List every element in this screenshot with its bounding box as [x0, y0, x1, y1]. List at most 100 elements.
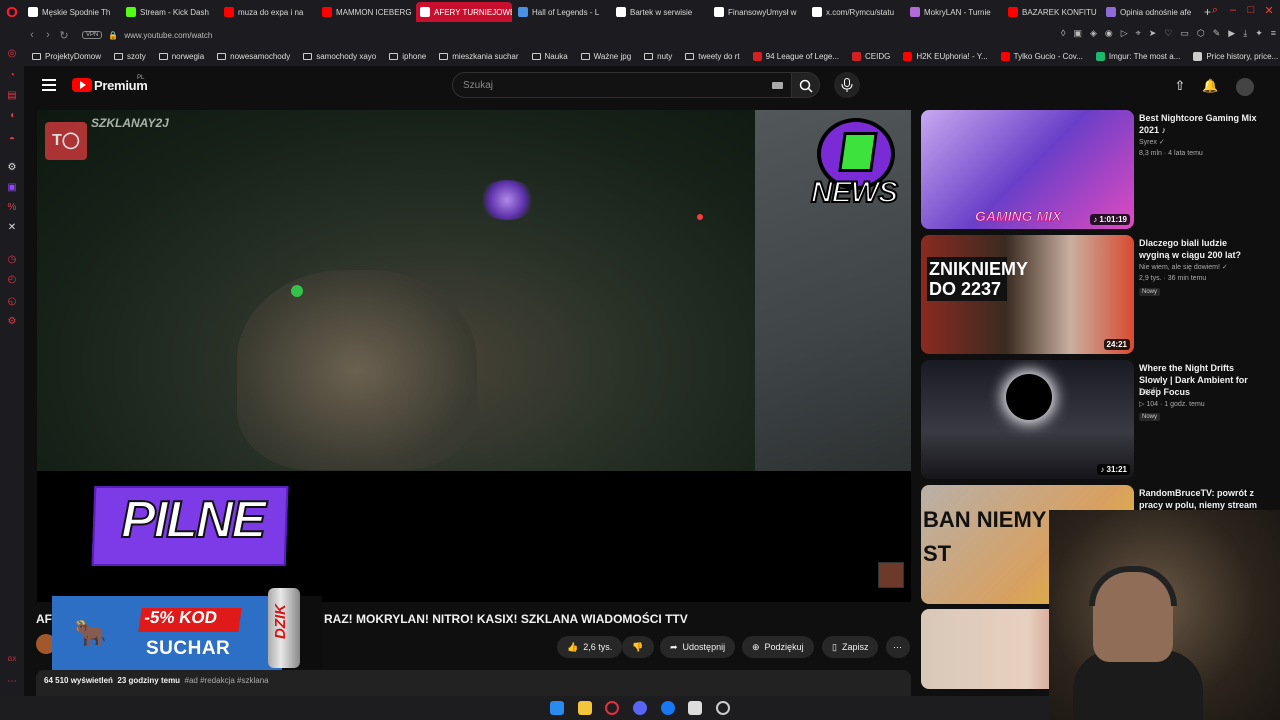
- tab-5[interactable]: Hall of Legends - L: [514, 2, 610, 22]
- tab-11[interactable]: Opinia odnośnie afe: [1102, 2, 1198, 22]
- music-icon[interactable]: ◷: [6, 254, 18, 266]
- camera-icon[interactable]: ▣: [1073, 28, 1082, 39]
- heart-icon[interactable]: ♡: [1164, 28, 1172, 39]
- voice-search-button[interactable]: [834, 72, 860, 98]
- bookmark-item[interactable]: Nauka: [531, 52, 568, 61]
- messenger-icon[interactable]: ◖: [6, 110, 18, 122]
- share-button[interactable]: ➦ Udostępnij: [660, 636, 736, 658]
- rec-title[interactable]: Best Nightcore Gaming Mix 2021 ♪️: [1139, 112, 1259, 136]
- bookmark-item[interactable]: Price history, price...: [1193, 51, 1278, 61]
- channel-watermark[interactable]: [878, 562, 904, 588]
- aria-icon[interactable]: ◎: [6, 48, 18, 60]
- bookmark-item[interactable]: Tylko Gucio - Cov...: [1000, 51, 1083, 61]
- reload-icon[interactable]: ↻: [56, 29, 72, 42]
- windows-icon[interactable]: [550, 701, 564, 715]
- youtube-logo-icon[interactable]: [72, 78, 92, 92]
- shield-icon[interactable]: ◈: [1090, 28, 1097, 39]
- thanks-button[interactable]: ⊕ Podziękuj: [742, 636, 814, 658]
- more-icon[interactable]: GX: [6, 654, 18, 666]
- notifications-icon[interactable]: 🔔: [1202, 78, 1218, 94]
- rec-channel[interactable]: Syrex ✓: [1139, 138, 1165, 146]
- recommendation-item[interactable]: GAMING MIX ♪ 1:01:19 Best Nightcore Gami…: [921, 110, 1271, 230]
- rec-channel[interactable]: Nie wiem, ale się dowiem! ✓: [1139, 263, 1228, 271]
- opera-icon[interactable]: [605, 701, 619, 715]
- bookmark-item[interactable]: Ważne jpg: [580, 52, 631, 61]
- dislike-button[interactable]: 👎: [622, 636, 654, 658]
- upload-icon[interactable]: ⇧: [1172, 78, 1188, 94]
- menu-icon[interactable]: ≡: [1271, 28, 1276, 39]
- hashtags[interactable]: #ad #redakcja #szklana: [185, 676, 269, 685]
- search-tabs-icon[interactable]: ⌕: [1208, 4, 1222, 18]
- video-icon[interactable]: ▶: [1228, 28, 1235, 39]
- bookmark-item[interactable]: CEIDG: [852, 51, 890, 61]
- play-icon[interactable]: ▷: [1121, 28, 1128, 39]
- recommendation-item[interactable]: ZNIKNIEMY DO 2237 24:21 Dlaczego biali l…: [921, 235, 1271, 355]
- wallet-icon[interactable]: ▭: [1180, 28, 1189, 39]
- chatgpt-icon[interactable]: ⚙: [6, 162, 18, 174]
- search-button[interactable]: [792, 72, 820, 98]
- pen-icon[interactable]: ✎: [1213, 28, 1221, 39]
- bookmark-item[interactable]: 94 League of Lege...: [752, 51, 839, 61]
- bookmark-item[interactable]: ProjektyDomow: [32, 52, 101, 61]
- bookmark-item[interactable]: iphone: [389, 52, 426, 61]
- pinterest-icon[interactable]: %: [6, 202, 18, 214]
- vpn-badge[interactable]: VPN: [82, 31, 103, 39]
- tab-8[interactable]: x.com/Rymcu/statu: [808, 2, 904, 22]
- save-button[interactable]: ▯ Zapisz: [822, 636, 879, 658]
- rec-title[interactable]: Dlaczego biali ludzie wyginą w ciągu 200…: [1139, 237, 1259, 261]
- bookmark-item[interactable]: samochody xayo: [303, 52, 376, 61]
- tab-9[interactable]: MokryLAN - Turnie: [906, 2, 1002, 22]
- opera-logo-icon[interactable]: O: [0, 0, 24, 24]
- more-actions-button[interactable]: ⋯: [886, 636, 910, 658]
- tab-6[interactable]: Bartek w serwisie: [612, 2, 708, 22]
- snapshot-icon[interactable]: ◉: [1105, 28, 1113, 39]
- tab-7[interactable]: FinansowyUmysł w: [710, 2, 806, 22]
- ellipsis-icon[interactable]: ⋯: [6, 676, 18, 688]
- app-icon[interactable]: [688, 701, 702, 715]
- tab-2[interactable]: muza do expa i na: [220, 2, 316, 22]
- close-window-icon[interactable]: ✕: [1262, 4, 1276, 18]
- bookmark-item[interactable]: H2K EUphoria! - Y...: [903, 51, 988, 61]
- history-icon[interactable]: ◔: [6, 70, 18, 82]
- bookmark-item[interactable]: Imgur: The most a...: [1095, 51, 1180, 61]
- rec-thumbnail[interactable]: ♪ 31:21: [921, 360, 1134, 479]
- maximize-icon[interactable]: □: [1244, 4, 1258, 18]
- send-icon[interactable]: ➤: [1149, 28, 1157, 39]
- settings-icon[interactable]: [716, 701, 730, 715]
- tab-0[interactable]: Męskie Spodnie Th: [24, 2, 120, 22]
- recommendation-item[interactable]: ♪ 31:21 Where the Night Drifts Slowly | …: [921, 360, 1271, 480]
- rec-thumbnail[interactable]: ZNIKNIEMY DO 2237 24:21: [921, 235, 1134, 354]
- twitch-icon[interactable]: ▣: [6, 182, 18, 194]
- telegram-icon[interactable]: ◓: [6, 134, 18, 146]
- tab-10[interactable]: BAZAREK KONFITU: [1004, 2, 1100, 22]
- description-box[interactable]: 64 510 wyświetleń 23 godziny temu #ad #r…: [36, 670, 911, 696]
- ai-icon[interactable]: ✦: [1255, 28, 1263, 39]
- bookmark-item[interactable]: norwegia: [158, 52, 204, 61]
- forward-icon[interactable]: ›: [40, 29, 56, 41]
- tab-4[interactable]: AFERY TURNIEJOWE! MA: [416, 2, 512, 22]
- back-icon[interactable]: ‹: [24, 29, 40, 41]
- rec-thumbnail[interactable]: GAMING MIX ♪ 1:01:19: [921, 110, 1134, 229]
- bookmark-icon[interactable]: ◊: [1061, 28, 1065, 39]
- rec-channel[interactable]: logofil: [1139, 388, 1157, 395]
- bookmark-item[interactable]: nuty: [644, 52, 672, 61]
- minimize-icon[interactable]: –: [1226, 4, 1240, 18]
- facebook-icon[interactable]: [661, 701, 675, 715]
- explorer-icon[interactable]: [578, 701, 592, 715]
- download-icon[interactable]: ⤓: [1243, 28, 1247, 39]
- menu-icon[interactable]: [42, 79, 56, 91]
- tab-1[interactable]: Stream - Kick Dash: [122, 2, 218, 22]
- settings-icon[interactable]: ⚙: [6, 316, 18, 328]
- pin-icon[interactable]: ⌖: [1136, 28, 1141, 39]
- wallet-icon[interactable]: ▤: [6, 90, 18, 102]
- keyboard-icon[interactable]: [772, 82, 783, 89]
- avatar[interactable]: [1236, 78, 1254, 96]
- cube-icon[interactable]: ⬡: [1197, 28, 1205, 39]
- tab-3[interactable]: MAMMON ICEBERG: [318, 2, 414, 22]
- search-input[interactable]: Szukaj: [452, 72, 792, 98]
- x-icon[interactable]: ✕: [6, 222, 18, 234]
- like-button[interactable]: 👍 2,6 tys.: [557, 636, 623, 658]
- video-player[interactable]: T◯ SZKLANAY2J NEWS PILNE: [37, 110, 911, 602]
- bookmark-item[interactable]: nowesamochody: [217, 52, 290, 61]
- bookmark-item[interactable]: szoty: [114, 52, 146, 61]
